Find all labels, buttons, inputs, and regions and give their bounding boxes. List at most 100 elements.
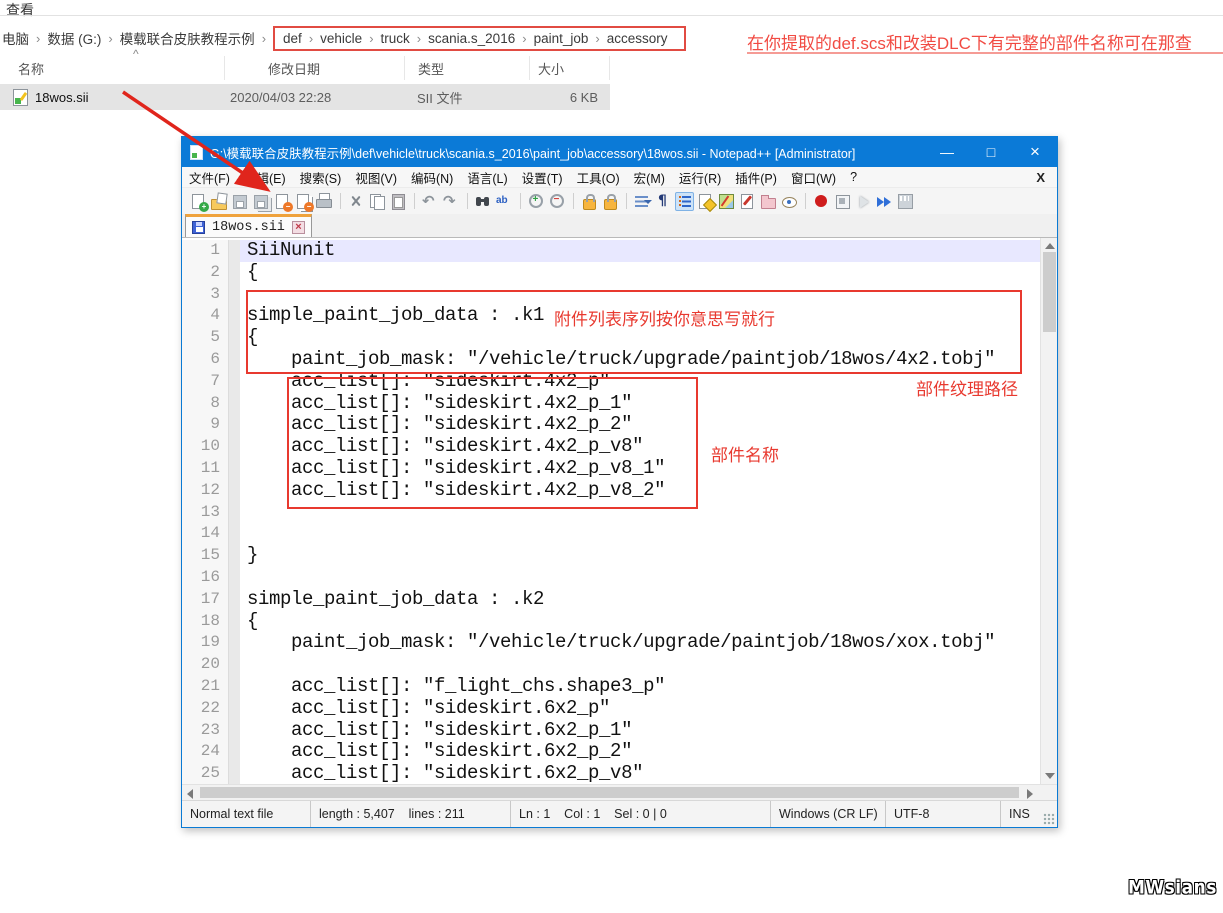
column-header[interactable]: 类型 <box>405 56 530 80</box>
breadcrumb-item[interactable]: paint_job <box>532 31 591 46</box>
code-text: acc_list[]: "sideskirt.4x2_p_v8_1" <box>240 458 1040 480</box>
print-button[interactable] <box>315 192 334 211</box>
breadcrumb-item[interactable]: accessory <box>605 31 670 46</box>
document-map-button[interactable] <box>717 192 736 211</box>
fold-margin <box>228 589 240 611</box>
fold-margin <box>228 698 240 720</box>
macro-stop-button[interactable] <box>833 192 852 211</box>
breadcrumb-item[interactable]: vehicle <box>318 31 364 46</box>
line-number: 20 <box>182 654 228 676</box>
ribbon-tab-view[interactable]: 查看 <box>6 0 34 20</box>
column-header[interactable]: 修改日期 <box>225 56 405 80</box>
menu-item[interactable]: 设置(T) <box>515 166 570 189</box>
replace-button[interactable] <box>495 192 514 211</box>
title-bar[interactable]: G:\模载联合皮肤教程示例\def\vehicle\truck\scania.s… <box>182 137 1057 167</box>
code-text: acc_list[]: "sideskirt.6x2_p_2" <box>240 741 1040 763</box>
line-number: 15 <box>182 545 228 567</box>
macro-record-button[interactable] <box>812 192 831 211</box>
sync-vertical-scroll-button[interactable] <box>580 192 599 211</box>
column-header[interactable]: 名称 <box>0 56 225 80</box>
folder-as-workspace-button[interactable] <box>759 192 778 211</box>
new-file-button[interactable] <box>189 192 208 211</box>
paste-button[interactable] <box>389 192 408 211</box>
column-header[interactable]: 大小 <box>530 56 610 80</box>
breadcrumb-item[interactable]: scania.s_2016 <box>426 31 517 46</box>
find-button[interactable] <box>474 192 493 211</box>
monitoring-button[interactable] <box>780 192 799 211</box>
zoom-in-button[interactable] <box>527 192 546 211</box>
scroll-left-icon[interactable] <box>187 789 193 799</box>
tab-close-icon[interactable]: × <box>292 221 305 234</box>
menu-item[interactable]: 视图(V) <box>348 166 404 189</box>
status-cursor-position: Ln : 1 Col : 1 Sel : 0 | 0 <box>510 801 770 827</box>
sync-horizontal-scroll-button[interactable] <box>601 192 620 211</box>
menu-item[interactable]: 运行(R) <box>672 166 728 189</box>
close-button[interactable] <box>273 192 292 211</box>
code-line: 11 acc_list[]: "sideskirt.4x2_p_v8_1" <box>182 458 1040 480</box>
tab-18wos-sii[interactable]: 18wos.sii × <box>185 214 312 237</box>
menu-item[interactable]: 编辑(E) <box>237 166 293 189</box>
function-completion-button[interactable] <box>696 192 715 211</box>
menu-item[interactable]: 插件(P) <box>728 166 784 189</box>
line-number: 4 <box>182 305 228 327</box>
editor-area[interactable]: 1 SiiNunit 2 { 3 <box>182 238 1040 784</box>
vertical-scrollbar[interactable] <box>1040 238 1057 784</box>
file-row[interactable]: 18wos.sii 2020/04/03 22:28 SII 文件 6 KB <box>0 84 610 110</box>
redo-button[interactable] <box>442 192 461 211</box>
breadcrumb-item[interactable]: 数据 (G:) <box>45 28 103 48</box>
menu-item[interactable]: 宏(M) <box>627 166 672 189</box>
menubar-close-button[interactable]: X <box>1024 170 1057 185</box>
fold-margin <box>228 436 240 458</box>
macro-play-button[interactable] <box>854 192 873 211</box>
macro-run-multiple-button[interactable] <box>875 192 894 211</box>
fold-margin <box>228 567 240 589</box>
indent-guide-button[interactable] <box>675 192 694 211</box>
breadcrumb: 电脑 › 数据 (G:) › 模载联合皮肤教程示例 › def › vehicl… <box>0 22 686 54</box>
line-number: 10 <box>182 436 228 458</box>
zoom-out-button[interactable] <box>548 192 567 211</box>
menu-item[interactable]: 搜索(S) <box>293 166 349 189</box>
word-wrap-button[interactable] <box>633 192 652 211</box>
undo-button[interactable] <box>421 192 440 211</box>
line-number: 7 <box>182 371 228 393</box>
scroll-down-icon[interactable] <box>1045 773 1055 779</box>
horizontal-scroll-thumb[interactable] <box>200 787 1019 798</box>
code-line: 8 acc_list[]: "sideskirt.4x2_p_1" <box>182 393 1040 415</box>
maximize-button[interactable]: □ <box>969 137 1013 167</box>
code-text: paint_job_mask: "/vehicle/truck/upgrade/… <box>240 632 1040 654</box>
code-line: 24 acc_list[]: "sideskirt.6x2_p_2" <box>182 741 1040 763</box>
menu-item[interactable]: 工具(O) <box>570 166 627 189</box>
breadcrumb-item[interactable]: 模载联合皮肤教程示例 <box>118 28 257 48</box>
document-switcher-button[interactable] <box>738 192 757 211</box>
breadcrumb-item[interactable]: def <box>281 31 304 46</box>
menu-item[interactable]: 语言(L) <box>460 166 514 189</box>
menu-item[interactable]: 编码(N) <box>404 166 460 189</box>
fold-margin <box>228 327 240 349</box>
scroll-right-icon[interactable] <box>1027 789 1033 799</box>
save-all-button[interactable] <box>252 192 271 211</box>
breadcrumb-item[interactable]: 电脑 <box>0 28 31 48</box>
close-all-button[interactable] <box>294 192 313 211</box>
code-text: acc_list[]: "f_light_chs.shape3_p" <box>240 676 1040 698</box>
vertical-scroll-thumb[interactable] <box>1043 252 1056 332</box>
breadcrumb-item[interactable]: truck <box>379 31 412 46</box>
show-all-characters-button[interactable] <box>654 192 673 211</box>
scroll-up-icon[interactable] <box>1045 243 1055 249</box>
minimize-button[interactable]: — <box>925 137 969 167</box>
cut-button[interactable] <box>347 192 366 211</box>
resize-grip[interactable] <box>1043 813 1055 825</box>
code-text <box>240 523 1040 545</box>
fold-margin <box>228 305 240 327</box>
menu-bar: 文件(F)编辑(E)搜索(S)视图(V)编码(N)语言(L)设置(T)工具(O)… <box>182 167 1057 188</box>
open-file-button[interactable] <box>210 192 229 211</box>
horizontal-scrollbar[interactable] <box>182 784 1057 800</box>
close-button[interactable]: × <box>1013 137 1057 167</box>
fold-margin <box>228 414 240 436</box>
macro-save-button[interactable] <box>896 192 915 211</box>
saved-floppy-icon <box>192 221 205 234</box>
copy-button[interactable] <box>368 192 387 211</box>
save-button[interactable] <box>231 192 250 211</box>
menu-item[interactable]: ? <box>843 168 864 186</box>
menu-item[interactable]: 文件(F) <box>182 166 237 189</box>
menu-item[interactable]: 窗口(W) <box>784 166 843 189</box>
